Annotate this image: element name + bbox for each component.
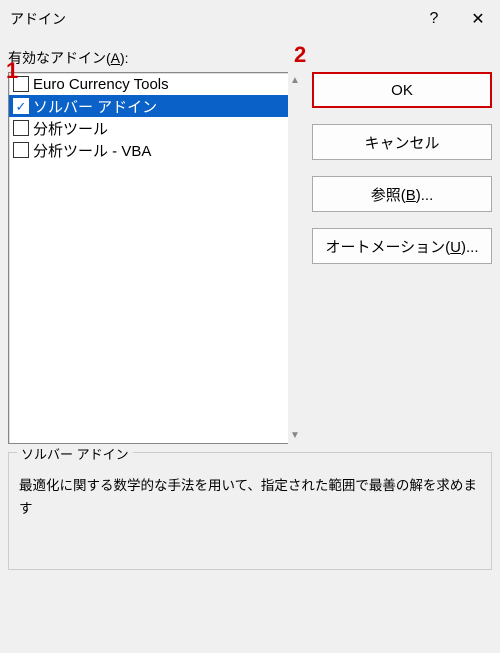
list-label-post: ): <box>120 50 129 66</box>
groupbox-description: 最適化に関する数学的な手法を用いて、指定された範囲で最善の解を求めます <box>19 475 481 521</box>
close-button[interactable]: ✕ <box>456 0 500 38</box>
dialog-content: 有効なアドイン(A): Euro Currency Tools✓ソルバー アドイ… <box>8 48 492 645</box>
scroll-down-icon[interactable]: ▼ <box>290 430 300 441</box>
groupbox-legend: ソルバー アドイン <box>17 444 133 463</box>
browse-label: 参照(B)... <box>371 184 434 205</box>
cancel-button[interactable]: キャンセル <box>312 124 492 160</box>
help-button[interactable]: ? <box>412 0 456 38</box>
list-item-label: ソルバー アドイン <box>33 96 157 117</box>
scroll-up-icon[interactable]: ▲ <box>290 75 300 86</box>
annotation-2: 2 <box>294 42 306 68</box>
automation-label: オートメーション(U)... <box>325 236 478 257</box>
list-item[interactable]: 分析ツール - VBA <box>9 139 289 161</box>
ok-button[interactable]: OK <box>312 72 492 108</box>
list-item-label: 分析ツール - VBA <box>33 140 151 161</box>
button-column: OK キャンセル 参照(B)... オートメーション(U)... <box>312 72 492 280</box>
checkbox-icon[interactable]: ✓ <box>13 98 29 114</box>
checkbox-icon[interactable] <box>13 120 29 136</box>
list-area: Euro Currency Tools✓ソルバー アドイン分析ツール分析ツール … <box>8 72 302 444</box>
list-item[interactable]: ✓ソルバー アドイン <box>9 95 289 117</box>
description-groupbox: ソルバー アドイン 最適化に関する数学的な手法を用いて、指定された範囲で最善の解… <box>8 452 492 570</box>
annotation-1: 1 <box>6 58 18 84</box>
browse-button[interactable]: 参照(B)... <box>312 176 492 212</box>
addins-listbox[interactable]: Euro Currency Tools✓ソルバー アドイン分析ツール分析ツール … <box>8 72 290 444</box>
list-item-label: 分析ツール <box>33 118 108 139</box>
titlebar: アドイン ? ✕ <box>0 0 500 38</box>
automation-button[interactable]: オートメーション(U)... <box>312 228 492 264</box>
list-label-key: A <box>111 50 120 66</box>
list-item[interactable]: 分析ツール <box>9 117 289 139</box>
scrollbar[interactable]: ▲ ▼ <box>288 72 302 444</box>
addins-dialog: アドイン ? ✕ 1 2 有効なアドイン(A): Euro Currency T… <box>0 0 500 653</box>
list-item-label: Euro Currency Tools <box>33 76 169 93</box>
list-item[interactable]: Euro Currency Tools <box>9 73 289 95</box>
list-label: 有効なアドイン(A): <box>8 48 492 68</box>
list-label-pre: 有効なアドイン( <box>8 50 111 66</box>
checkbox-icon[interactable] <box>13 142 29 158</box>
dialog-title: アドイン <box>10 9 412 29</box>
